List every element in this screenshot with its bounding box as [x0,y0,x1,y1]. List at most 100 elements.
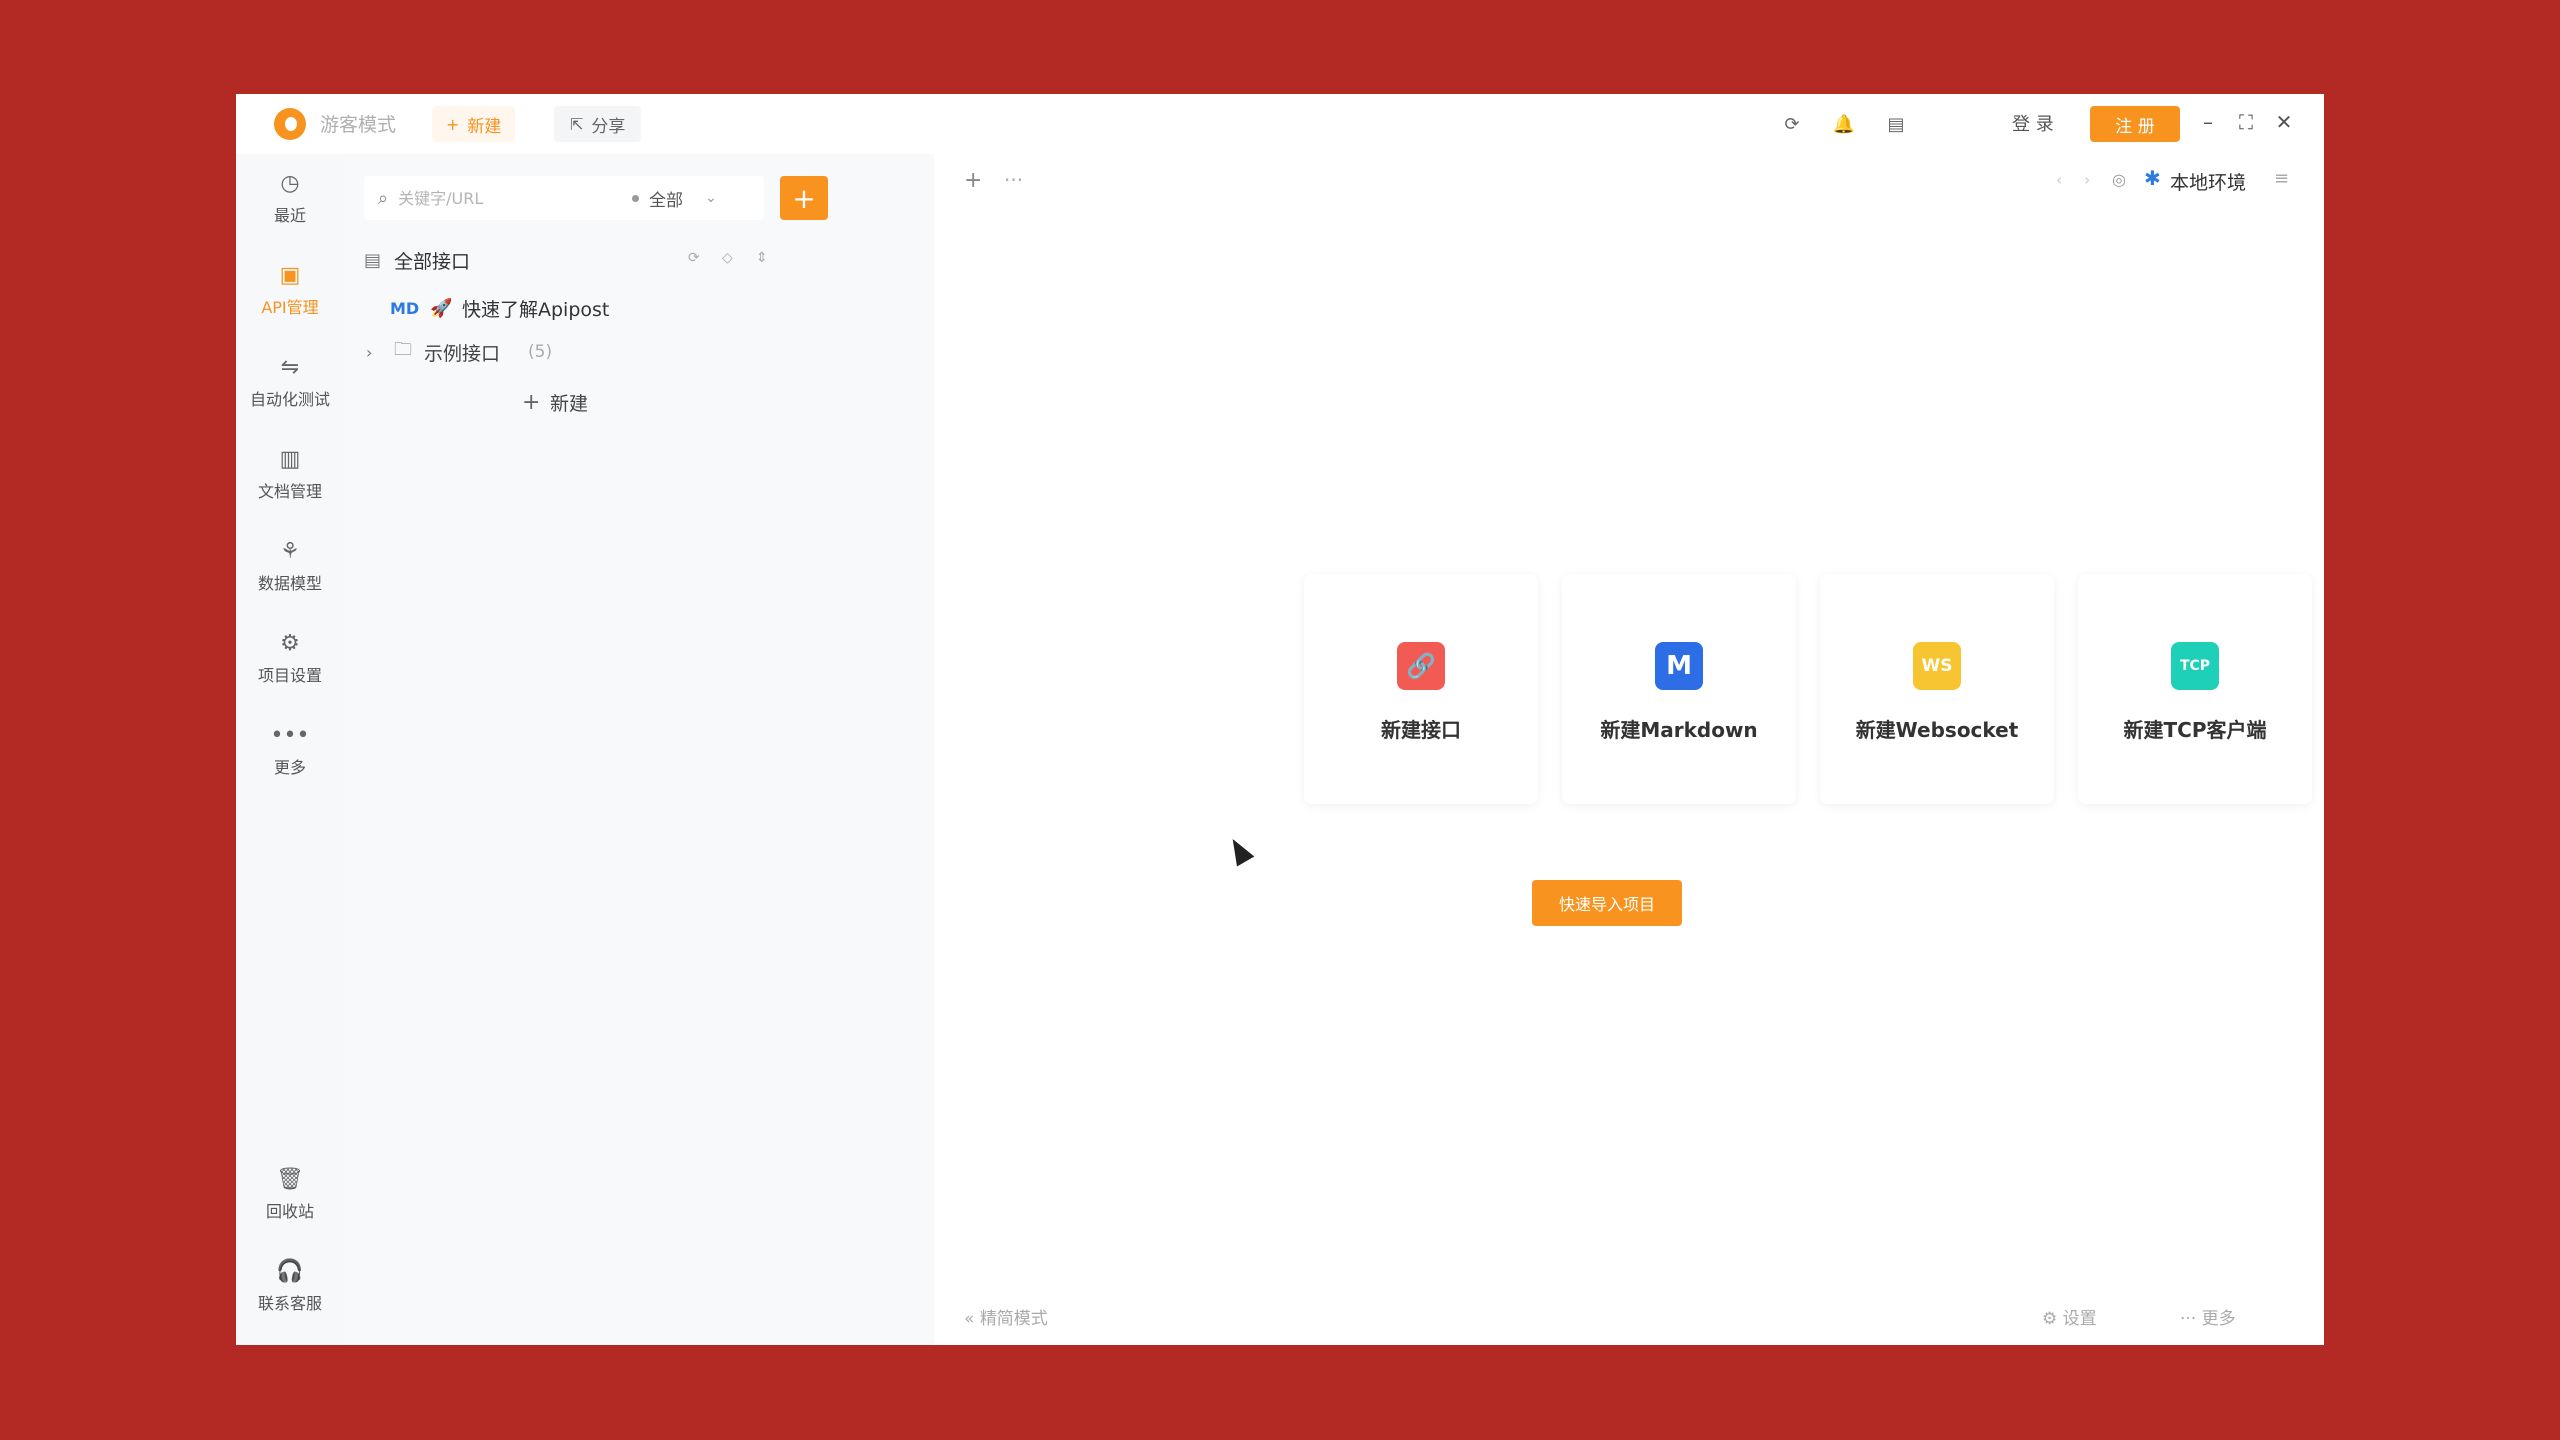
tab-more-icon[interactable]: ··· [1004,168,1023,192]
doc-icon: ▥ [279,447,301,472]
search-icon: ⌕ [378,187,389,209]
new-websocket-card[interactable]: WS 新建Websocket [1820,574,2054,804]
rail-item-api[interactable]: ▣ API管理 [236,256,344,332]
add-api-button[interactable]: + [780,176,828,220]
filter-dot-icon [632,194,639,202]
new-button[interactable]: + 新建 [432,106,516,142]
folder-icon: 🗀 [394,339,412,360]
app-window: 游客模式 + 新建 ⇱ 分享 ⟳ 🔔 ▤ 登 录 注 册 – ⛶ ✕ ◷ 最近 … [236,94,2324,1345]
close-icon[interactable]: ✕ [2272,110,2296,134]
rail-label: 项目设置 [257,666,322,685]
left-rail: ◷ 最近 ▣ API管理 ⇋ 自动化测试 ▥ 文档管理 ⚘ 数据模型 ⚙ 项目设… [236,154,344,1345]
api-icon: ▣ [279,263,301,288]
clock-icon: ◷ [280,171,300,196]
rail-item-recent[interactable]: ◷ 最近 [236,164,344,240]
note-icon[interactable]: ▤ [1884,112,1908,136]
collapse-icon: « [964,1309,975,1329]
model-icon: ⚘ [280,539,300,564]
footer-more-label: 更多 [2201,1309,2236,1329]
footer-settings[interactable]: ⚙ 设置 [2042,1304,2097,1329]
link-icon: 🔗 [1397,642,1445,690]
rail-label: 文档管理 [257,482,322,501]
tree-row-md[interactable]: MD 🚀 快速了解Apipost [344,288,934,328]
rail-label: 回收站 [265,1202,314,1221]
rail-item-automation[interactable]: ⇋ 自动化测试 [236,348,344,424]
rail-label: 最近 [273,206,306,225]
search-box: ⌕ 全部 ⌄ [364,176,764,220]
rail-item-settings[interactable]: ⚙ 项目设置 [236,624,344,700]
card-label: 新建Websocket [1855,718,2019,742]
flow-icon: ⇋ [280,355,300,380]
filter-value: 全部 [649,190,683,211]
app-logo-icon [274,108,306,140]
plus-icon: + [522,389,541,415]
rail-item-models[interactable]: ⚘ 数据模型 [236,532,344,608]
rail-item-support[interactable]: 🎧 联系客服 [236,1252,344,1328]
plus-icon: + [446,114,460,134]
more-icon: ··· [2180,1309,2197,1329]
eye-icon[interactable]: ◎ [2112,170,2126,189]
api-tree-panel: ⌕ 全部 ⌄ + ▤ 全部接口 ⟳ ◇ ⇕ MD 🚀 快速了解Apipost ›… [344,154,934,1345]
guest-mode-label: 游客模式 [320,114,397,136]
login-link[interactable]: 登 录 [2012,110,2054,136]
register-button[interactable]: 注 册 [2090,106,2180,142]
md-badge: MD [390,298,420,318]
chevron-right-icon[interactable]: › [366,343,372,362]
nav-left-icon[interactable]: ‹ [2056,170,2062,189]
locate-icon[interactable]: ◇ [722,250,733,266]
filter-select[interactable]: 全部 ⌄ [632,176,717,220]
top-bar: 游客模式 + 新建 ⇱ 分享 ⟳ 🔔 ▤ 登 录 注 册 – ⛶ ✕ [236,94,2324,154]
all-apis-label: 全部接口 [394,250,471,273]
rail-item-trash[interactable]: 🗑 回收站 [236,1160,344,1236]
minimize-icon[interactable]: – [2196,110,2220,134]
folder-count: (5) [528,342,553,362]
tcp-icon: TCP [2171,642,2219,690]
tree-new-button[interactable]: + 新建 [344,382,934,422]
trash-icon: 🗑 [276,1167,304,1192]
search-input[interactable] [396,187,601,209]
list-icon: ▤ [364,249,382,271]
add-tab-icon[interactable]: + [964,168,982,193]
websocket-icon: WS [1913,642,1961,690]
card-label: 新建TCP客户端 [2123,718,2267,742]
tree-row-all[interactable]: ▤ 全部接口 ⟳ ◇ ⇕ [344,240,934,280]
menu-icon[interactable]: ≡ [2274,168,2289,189]
rail-label: 联系客服 [257,1294,322,1313]
share-button-label: 分享 [591,116,626,137]
rail-label: API管理 [261,298,319,317]
tree-row-folder[interactable]: › 🗀 示例接口 (5) [344,332,934,372]
footer-settings-label: 设置 [2062,1309,2097,1329]
settings-icon: ⚙ [280,631,300,656]
compact-mode-toggle[interactable]: « 精简模式 [964,1304,1048,1329]
nav-right-icon[interactable]: › [2084,170,2090,189]
share-button[interactable]: ⇱ 分享 [554,106,642,142]
bell-icon[interactable]: 🔔 [1832,112,1856,136]
main-area: + ··· ‹ › ◎ ✱ 本地环境 ≡ 🔗 新建接口 M 新建Markdown… [934,154,2324,1345]
rail-label: 更多 [273,758,306,777]
refresh-icon[interactable]: ⟳ [688,250,700,266]
card-label: 新建接口 [1381,718,1461,742]
rail-item-more[interactable]: ••• 更多 [236,716,344,792]
md-item-label: 快速了解Apipost [462,298,610,321]
new-api-card[interactable]: 🔗 新建接口 [1304,574,1538,804]
settings-icon: ⚙ [2042,1309,2058,1329]
sync-icon[interactable]: ⟳ [1780,112,1804,136]
headset-icon: 🎧 [276,1259,304,1284]
env-star-icon: ✱ [2144,166,2161,190]
card-label: 新建Markdown [1600,718,1758,742]
environment-selector[interactable]: 本地环境 [2170,168,2246,195]
compact-mode-label: 精简模式 [979,1309,1048,1329]
new-tcp-card[interactable]: TCP 新建TCP客户端 [2078,574,2312,804]
more-icon: ••• [270,723,310,748]
sort-icon[interactable]: ⇕ [756,250,768,266]
new-markdown-card[interactable]: M 新建Markdown [1562,574,1796,804]
rail-item-docs[interactable]: ▥ 文档管理 [236,440,344,516]
footer-more[interactable]: ··· 更多 [2180,1304,2236,1329]
chevron-down-icon: ⌄ [705,190,717,206]
folder-label: 示例接口 [424,342,501,365]
quick-import-button[interactable]: 快速导入项目 [1532,880,1682,926]
share-icon: ⇱ [570,114,584,134]
maximize-icon[interactable]: ⛶ [2234,110,2258,134]
markdown-icon: M [1655,642,1703,690]
refresh-icon[interactable] [2062,112,2086,136]
